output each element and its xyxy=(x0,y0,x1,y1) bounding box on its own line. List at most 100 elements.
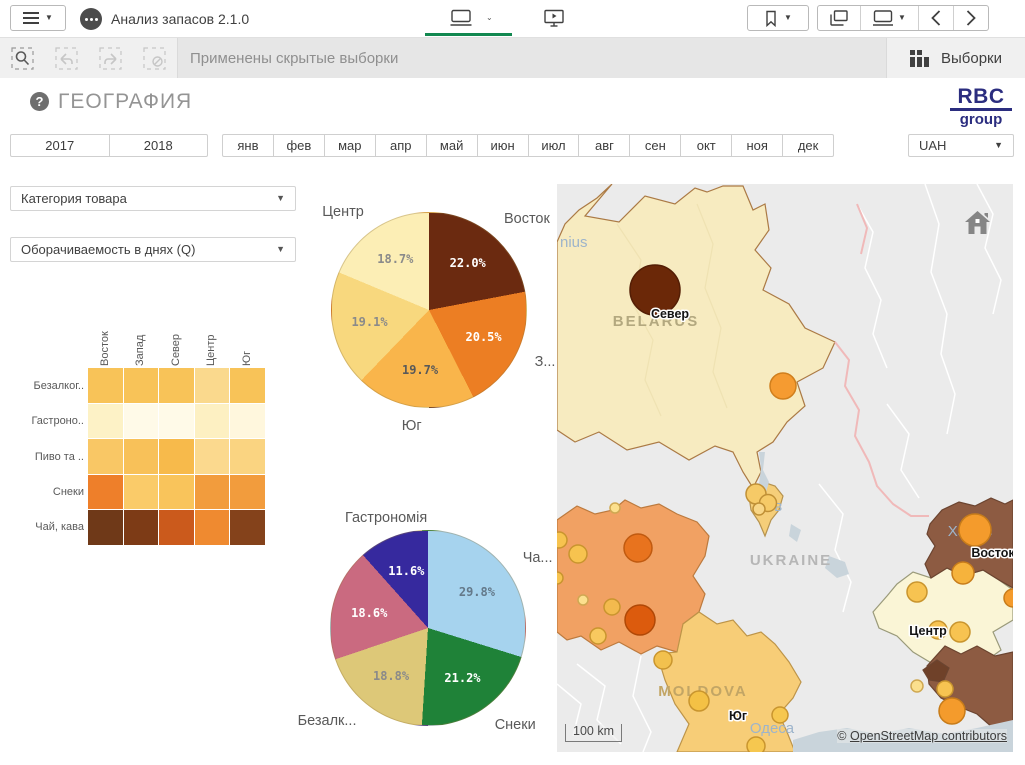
category-dropdown[interactable]: Категория товара ▼ xyxy=(10,186,296,211)
map-bubble[interactable] xyxy=(604,599,620,615)
map-border-line xyxy=(857,204,887,368)
top-navbar: ▼ Анализ запасов 2.1.0 ⌄ ▼ ▼ xyxy=(0,0,1025,38)
month-button-дек[interactable]: дек xyxy=(782,135,833,156)
map-bubble[interactable] xyxy=(753,503,765,515)
map-bubble[interactable] xyxy=(937,681,953,697)
month-button-май[interactable]: май xyxy=(426,135,477,156)
presentation-icon[interactable] xyxy=(544,9,564,27)
pie-slice-label: Безалк... xyxy=(298,713,357,729)
heatmap-cell[interactable] xyxy=(88,510,123,545)
pie-value-label: 18.7% xyxy=(377,252,413,266)
heatmap-cell[interactable] xyxy=(124,510,159,545)
map-bubble[interactable] xyxy=(654,651,672,669)
clear-selections-icon[interactable] xyxy=(132,47,176,70)
heatmap-cell[interactable] xyxy=(230,368,265,403)
month-button-авг[interactable]: авг xyxy=(578,135,629,156)
heatmap-cell[interactable] xyxy=(230,510,265,545)
map-bubble[interactable] xyxy=(907,582,927,602)
pie-value-label: 18.6% xyxy=(351,606,387,620)
heatmap-cell[interactable] xyxy=(230,404,265,439)
sheet-chevron-icon[interactable]: ⌄ xyxy=(486,14,493,22)
heatmap-cell[interactable] xyxy=(159,404,194,439)
map-canvas[interactable]: ОдесаХарківКиївniusBELARUSUKRAINEMOLDOVA… xyxy=(557,184,1013,752)
map-bubble[interactable] xyxy=(569,545,587,563)
map-bubble[interactable] xyxy=(747,737,765,752)
month-button-июл[interactable]: июл xyxy=(528,135,579,156)
map-bubble[interactable] xyxy=(950,622,970,642)
month-button-окт[interactable]: окт xyxy=(680,135,731,156)
year-button-2018[interactable]: 2018 xyxy=(109,135,208,156)
heatmap-col-label: Запад xyxy=(133,320,147,366)
attribution-link[interactable]: OpenStreetMap contributors xyxy=(850,729,1007,743)
month-button-ноя[interactable]: ноя xyxy=(731,135,782,156)
heatmap-cell[interactable] xyxy=(124,404,159,439)
sheets-overview-button[interactable] xyxy=(818,6,860,30)
heatmap-cell[interactable] xyxy=(159,510,194,545)
heatmap-cell[interactable] xyxy=(88,439,123,474)
heatmap-cell[interactable] xyxy=(159,439,194,474)
year-button-2017[interactable]: 2017 xyxy=(11,135,109,156)
main-menu-button[interactable]: ▼ xyxy=(10,5,66,31)
pie-disc[interactable] xyxy=(330,530,526,726)
month-button-сен[interactable]: сен xyxy=(629,135,680,156)
heatmap-cell[interactable] xyxy=(124,475,159,510)
map-bubble[interactable] xyxy=(624,534,652,562)
sheet-view-icon[interactable] xyxy=(450,9,472,27)
heatmap-cell[interactable] xyxy=(124,368,159,403)
map-bubble[interactable] xyxy=(772,707,788,723)
pie-slice-label: З... xyxy=(535,354,556,370)
map-home-button[interactable] xyxy=(964,210,991,235)
map-bubble[interactable] xyxy=(557,572,563,584)
heatmap-cell[interactable] xyxy=(195,475,230,510)
map-bubble[interactable] xyxy=(557,532,567,548)
current-sheet-button[interactable]: ▼ xyxy=(860,6,918,30)
heatmap-cell[interactable] xyxy=(195,368,230,403)
heatmap-cell[interactable] xyxy=(88,404,123,439)
map-attribution: © OpenStreetMap contributors xyxy=(837,729,1007,743)
map-bubble[interactable] xyxy=(911,680,923,692)
next-sheet-button[interactable] xyxy=(953,6,988,30)
heatmap-cell[interactable] xyxy=(88,368,123,403)
heatmap-cell[interactable] xyxy=(124,439,159,474)
map-bubble[interactable] xyxy=(625,605,655,635)
step-forward-icon[interactable] xyxy=(88,47,132,70)
month-button-янв[interactable]: янв xyxy=(223,135,273,156)
map-border-line xyxy=(633,656,651,752)
app-title: Анализ запасов 2.1.0 xyxy=(111,11,249,27)
month-button-июн[interactable]: июн xyxy=(477,135,528,156)
map-bubble[interactable] xyxy=(939,698,965,724)
heatmap-cell[interactable] xyxy=(230,439,265,474)
heatmap-cell[interactable] xyxy=(195,510,230,545)
help-button[interactable]: ? xyxy=(30,92,49,111)
map-region-Север-область[interactable] xyxy=(557,184,835,488)
heatmap-cell[interactable] xyxy=(159,368,194,403)
step-back-icon[interactable] xyxy=(44,47,88,70)
month-button-апр[interactable]: апр xyxy=(375,135,426,156)
geo-map[interactable]: ОдесаХарківКиївniusBELARUSUKRAINEMOLDOVA… xyxy=(557,184,1013,752)
pie-disc[interactable] xyxy=(331,212,527,408)
map-bubble-Восток[interactable] xyxy=(959,514,991,546)
chevron-down-icon: ▼ xyxy=(45,14,53,22)
bookmark-button[interactable]: ▼ xyxy=(747,5,809,31)
smart-search-icon[interactable] xyxy=(0,47,44,70)
chevron-down-icon: ▼ xyxy=(276,245,285,254)
heatmap-cell[interactable] xyxy=(230,475,265,510)
selection-tools xyxy=(0,38,178,78)
map-bubble[interactable] xyxy=(590,628,606,644)
heatmap-cell[interactable] xyxy=(88,475,123,510)
month-button-фев[interactable]: фев xyxy=(273,135,324,156)
map-bubble[interactable] xyxy=(610,503,620,513)
currency-select[interactable]: UAH ▼ xyxy=(908,134,1014,157)
map-bubble[interactable] xyxy=(689,691,709,711)
map-bubble[interactable] xyxy=(578,595,588,605)
map-bubble[interactable] xyxy=(770,373,796,399)
previous-sheet-button[interactable] xyxy=(918,6,953,30)
heatmap-col-label: Север xyxy=(169,320,183,366)
heatmap-cell[interactable] xyxy=(195,404,230,439)
selections-tool-button[interactable]: Выборки xyxy=(886,38,1025,78)
month-button-мар[interactable]: мар xyxy=(324,135,375,156)
heatmap-cell[interactable] xyxy=(159,475,194,510)
heatmap-cell[interactable] xyxy=(195,439,230,474)
map-bubble[interactable] xyxy=(952,562,974,584)
turnover-dropdown[interactable]: Оборачиваемость в днях (Q) ▼ xyxy=(10,237,296,262)
